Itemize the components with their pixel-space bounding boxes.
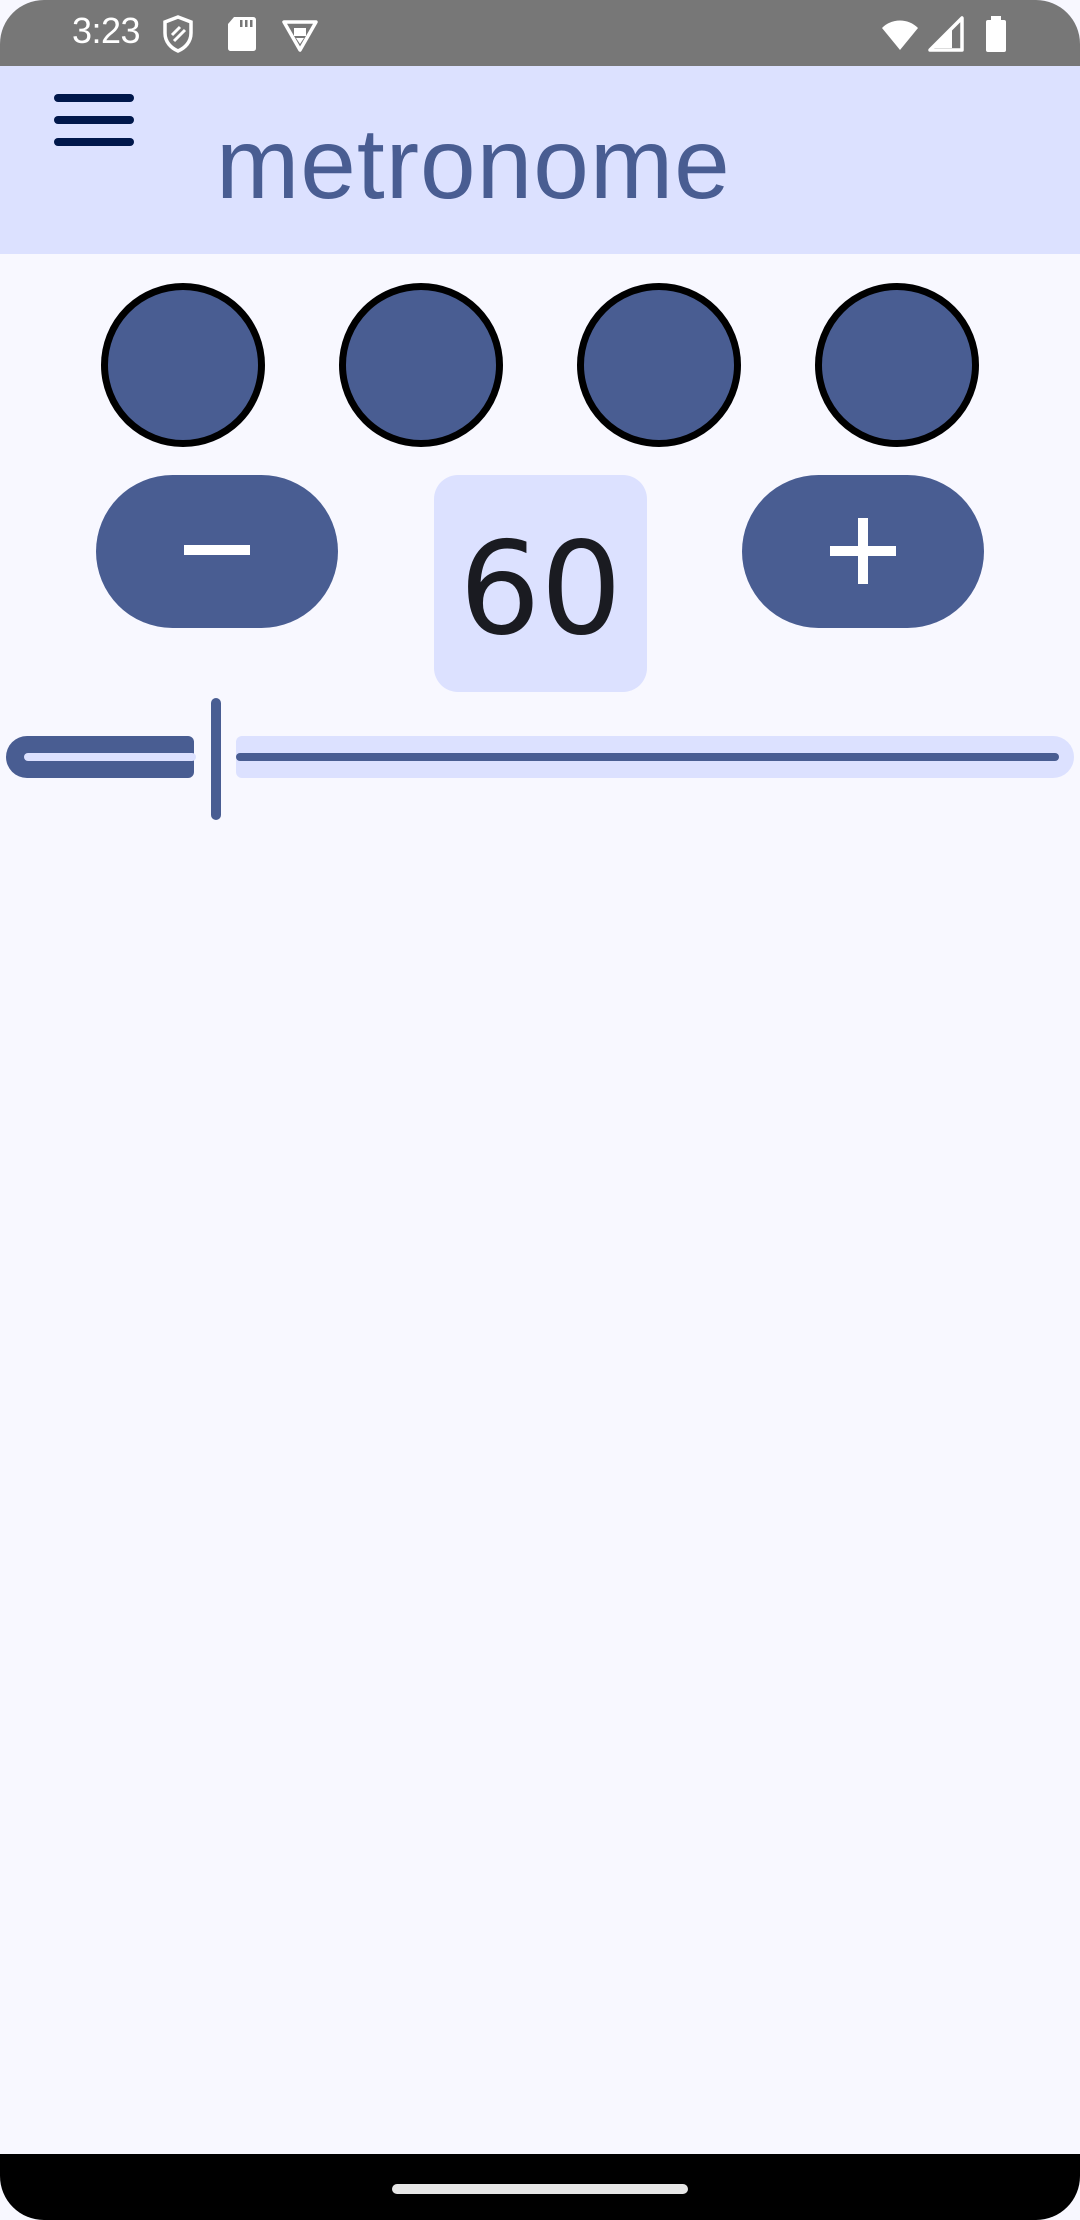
slider-thumb[interactable] bbox=[211, 698, 221, 820]
beat-indicator-4 bbox=[815, 283, 979, 447]
minus-icon bbox=[184, 545, 250, 555]
slider-active-track bbox=[6, 736, 196, 778]
wifi-icon bbox=[882, 20, 918, 50]
battery-icon bbox=[986, 16, 1006, 52]
bpm-value: 60 bbox=[459, 515, 622, 664]
shield-icon bbox=[163, 15, 193, 53]
beat-indicator-1 bbox=[101, 283, 265, 447]
navigation-bar bbox=[0, 2154, 1080, 2220]
increment-button[interactable] bbox=[742, 475, 984, 628]
home-indicator[interactable] bbox=[392, 2184, 688, 2194]
tempo-slider[interactable] bbox=[0, 695, 1080, 825]
app-bar: metronome bbox=[0, 66, 1080, 254]
sd-card-icon bbox=[228, 17, 256, 51]
beat-indicator-3 bbox=[577, 283, 741, 447]
beat-indicator-2 bbox=[339, 283, 503, 447]
slider-inactive-track bbox=[236, 736, 1074, 778]
vpn-icon bbox=[282, 20, 318, 52]
decrement-button[interactable] bbox=[96, 475, 338, 628]
app-title: metronome bbox=[216, 108, 731, 220]
status-time: 3:23 bbox=[72, 10, 141, 51]
status-bar: 3:23 bbox=[0, 0, 1080, 66]
bpm-display[interactable]: 60 bbox=[434, 475, 647, 692]
signal-icon bbox=[928, 16, 964, 52]
menu-button[interactable] bbox=[40, 94, 148, 202]
